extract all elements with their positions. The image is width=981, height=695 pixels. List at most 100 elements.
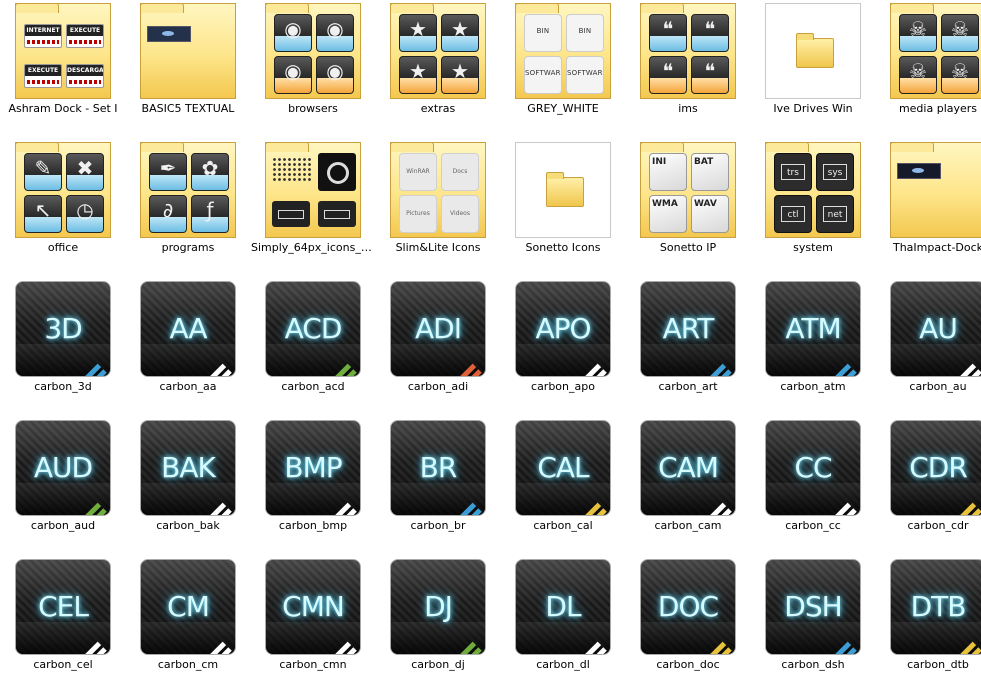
file-name: carbon_adi — [407, 380, 469, 393]
app-glyph: ✎ — [34, 156, 52, 180]
tile-glyph: ❝ — [704, 59, 716, 83]
image-file-item[interactable]: BR carbon_br — [376, 417, 500, 556]
dock-label-icon: EXECUTE — [66, 24, 104, 48]
folder-item[interactable]: ☠ ☠ ☠ ☠ media players — [876, 0, 981, 139]
tile-glyph: ★ — [451, 59, 469, 83]
folder-item[interactable]: WinRAR Docs Pictures Videos Slim&Lite Icons — [376, 139, 500, 278]
terminal-icon: net — [816, 195, 854, 233]
carbon-text: BR — [419, 451, 458, 484]
folder-item[interactable]: ❝ ❝ ❝ ❝ ims — [626, 0, 750, 139]
folder-item[interactable]: INTERNET EXECUTE EXECUTE DESCARGA Ashram Doc… — [1, 0, 125, 139]
folder-tab — [765, 142, 809, 152]
tile-glyph: ☠ — [909, 17, 927, 41]
folder-tab — [640, 3, 684, 13]
folder-item[interactable]: ✒ ✿ ∂ ƒ programs — [126, 139, 250, 278]
folder-name: browsers — [288, 102, 338, 115]
app-icon: ∂ — [149, 195, 187, 233]
image-file-item[interactable]: CM carbon_cm — [126, 556, 250, 695]
star-icon: ★ — [441, 56, 479, 94]
app-glyph: ✒ — [159, 156, 177, 180]
folder-item[interactable]: Ive Drives Win — [751, 0, 875, 139]
image-file-item[interactable]: BAK carbon_bak — [126, 417, 250, 556]
folder-item[interactable]: BIN BIN SOFTWARE SOFTWARE GREY_WHITE — [501, 0, 625, 139]
file-name: carbon_doc — [656, 658, 720, 671]
image-file-item[interactable]: CAL carbon_cal — [501, 417, 625, 556]
image-file-item[interactable]: APO carbon_apo — [501, 278, 625, 417]
dock-label-icon: INTERNET — [24, 24, 62, 48]
icon-view: INTERNET EXECUTE EXECUTE DESCARGA Ashram Doc… — [0, 0, 981, 682]
image-file-item[interactable]: DJ carbon_dj — [376, 556, 500, 695]
folder-name: ThaImpact-Dock — [892, 241, 981, 254]
image-file-item[interactable]: CMN carbon_cmn — [251, 556, 375, 695]
file-name: carbon_br — [410, 519, 466, 532]
fox-icon: ☠ — [899, 56, 937, 94]
text-tile-icon: SOFTWARE — [524, 56, 562, 94]
tile-glyph: ★ — [409, 59, 427, 83]
rss-icon: ◉ — [316, 14, 354, 52]
image-file-item[interactable]: ART carbon_art — [626, 278, 750, 417]
text-tile-label: WinRAR — [406, 168, 430, 175]
folder-item[interactable]: Simply_64px_icons_b... — [251, 139, 375, 278]
folder-tab — [265, 142, 309, 152]
tile-glyph: ★ — [409, 17, 427, 41]
image-file-item[interactable]: CDR carbon_cdr — [876, 417, 981, 556]
file-name: carbon_cal — [533, 519, 593, 532]
folder-icon — [796, 33, 834, 68]
folder-thumbnail: ❝ ❝ ❝ ❝ — [640, 3, 736, 99]
image-file-item[interactable]: AA carbon_aa — [126, 278, 250, 417]
image-file-item[interactable]: CAM carbon_cam — [626, 417, 750, 556]
folder-name: ims — [678, 102, 698, 115]
tile-glyph: ❝ — [662, 59, 674, 83]
image-file-item[interactable]: CEL carbon_cel — [1, 556, 125, 695]
dock-strip-icon — [147, 26, 191, 42]
text-tile-label: Videos — [450, 210, 470, 217]
image-file-item[interactable]: ACD carbon_acd — [251, 278, 375, 417]
terminal-icon: sys — [816, 153, 854, 191]
dock-strip-icon — [897, 163, 941, 179]
image-file-item[interactable]: DL carbon_dl — [501, 556, 625, 695]
dot-grid-icon — [272, 157, 312, 183]
app-glyph: ↖ — [34, 198, 52, 222]
folder-thumbnail: INI BAT WMA WAV — [640, 142, 736, 238]
image-file-item[interactable]: 3D carbon_3d — [1, 278, 125, 417]
image-file-item[interactable]: BMP carbon_bmp — [251, 417, 375, 556]
folder-item[interactable]: ◉ ◉ ◉ ◉ browsers — [251, 0, 375, 139]
folder-tab — [265, 3, 309, 13]
dock-label-text: INTERNET — [25, 25, 61, 36]
image-file-item[interactable]: AUD carbon_aud — [1, 417, 125, 556]
folder-item[interactable]: BASIC5 TEXTUAL — [126, 0, 250, 139]
folder-item[interactable]: ★ ★ ★ ★ extras — [376, 0, 500, 139]
quote-icon: ❝ — [691, 56, 729, 94]
image-file-item[interactable]: ATM carbon_atm — [751, 278, 875, 417]
image-file-item[interactable]: AU carbon_au — [876, 278, 981, 417]
carbon-text: CEL — [38, 590, 89, 623]
image-file-item[interactable]: DOC carbon_doc — [626, 556, 750, 695]
fox-icon: ☠ — [941, 56, 979, 94]
image-file-item[interactable]: CC carbon_cc — [751, 417, 875, 556]
folder-thumbnail: WinRAR Docs Pictures Videos — [390, 142, 486, 238]
folder-item[interactable]: ThaImpact-Dock — [876, 139, 981, 278]
carbon-thumbnail: ADI — [390, 281, 486, 377]
image-file-item[interactable]: ADI carbon_adi — [376, 278, 500, 417]
dock-label-icon: EXECUTE — [24, 64, 62, 88]
file-name: carbon_3d — [34, 380, 92, 393]
image-file-item[interactable]: DSH carbon_dsh — [751, 556, 875, 695]
folder-tab — [890, 3, 934, 13]
image-file-item[interactable]: DTB carbon_dtb — [876, 556, 981, 695]
dock-label-bar — [69, 40, 101, 44]
folder-item[interactable]: ✎ ✖ ↖ ◷ office — [1, 139, 125, 278]
app-icon: ✒ — [149, 153, 187, 191]
carbon-thumbnail: ACD — [265, 281, 361, 377]
app-icon: ✖ — [66, 153, 104, 191]
document-label: BAT — [694, 157, 714, 167]
folder-tab — [515, 3, 559, 13]
folder-item[interactable]: Sonetto Icons — [501, 139, 625, 278]
folder-item[interactable]: INI BAT WMA WAV Sonetto IP — [626, 139, 750, 278]
file-name: carbon_atm — [780, 380, 846, 393]
file-name: carbon_aud — [30, 519, 96, 532]
folder-item[interactable]: trs sys ctl net system — [751, 139, 875, 278]
file-name: carbon_acd — [281, 380, 345, 393]
file-name: carbon_cc — [785, 519, 841, 532]
carbon-text: CM — [167, 590, 210, 623]
drive-icon — [272, 201, 310, 227]
